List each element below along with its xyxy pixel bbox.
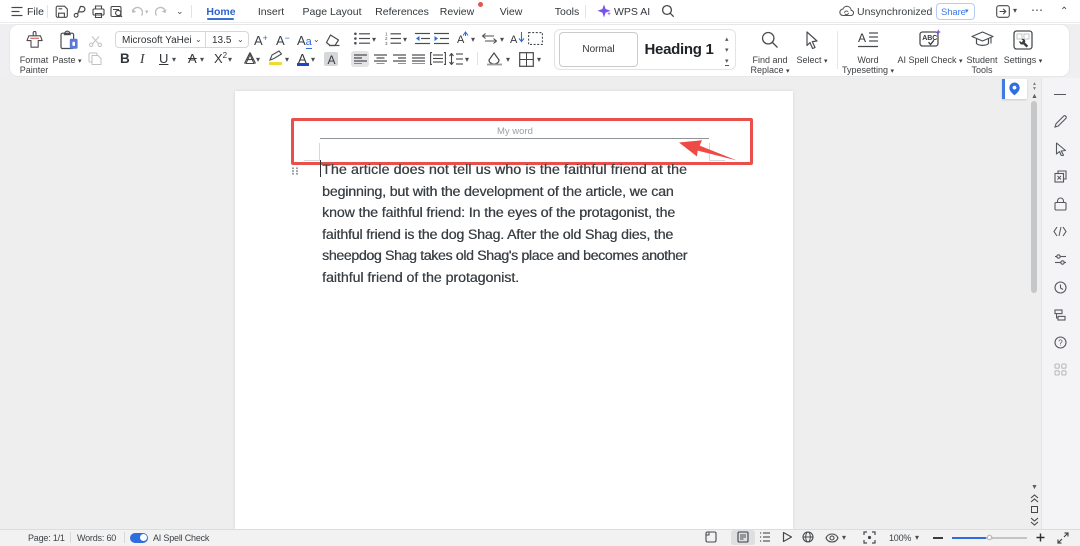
svg-text:ABC: ABC <box>922 35 937 42</box>
svg-text:?: ? <box>1058 338 1063 347</box>
svg-text:A: A <box>457 34 465 46</box>
svg-text:A: A <box>858 31 866 45</box>
svg-text:3: 3 <box>385 41 388 45</box>
svg-text:A: A <box>510 34 518 46</box>
